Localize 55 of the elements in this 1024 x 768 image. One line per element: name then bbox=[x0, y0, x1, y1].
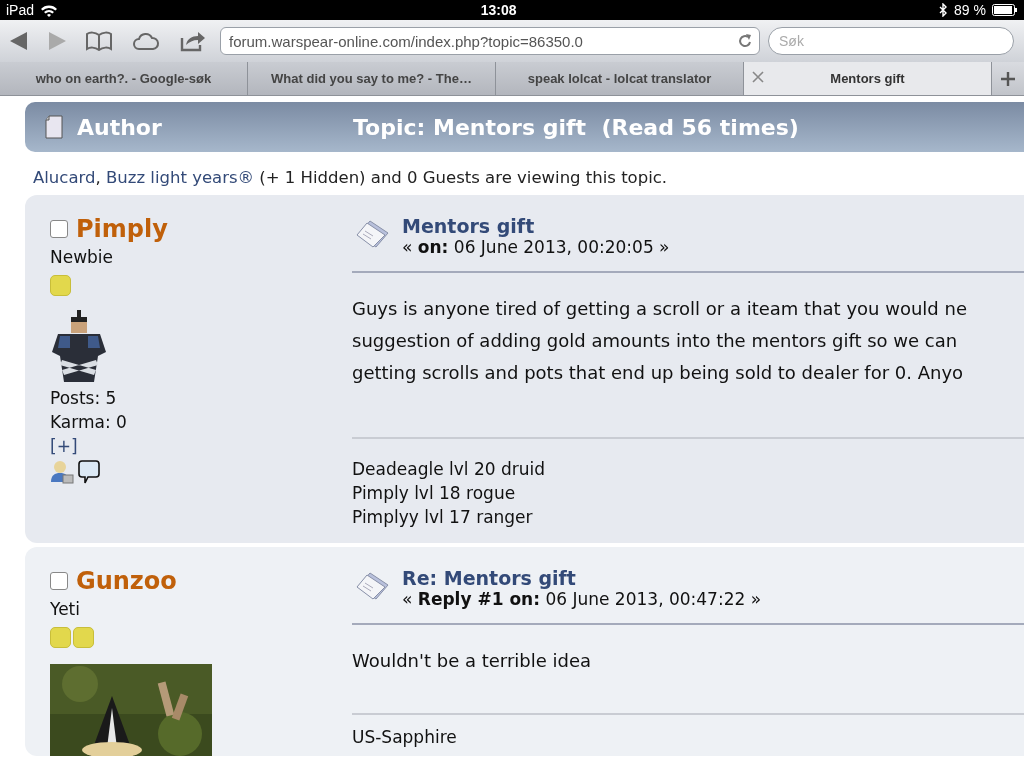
signature-line: Pimply lvl 18 rogue bbox=[352, 482, 517, 505]
post-document-icon bbox=[356, 571, 390, 601]
bookmarks-book-icon[interactable] bbox=[86, 31, 112, 51]
post-document-icon bbox=[356, 219, 390, 249]
post-text-line: suggestion of adding gold amounts into the mentors gift so we can bbox=[352, 329, 959, 353]
post-title-link[interactable]: Re: Mentors gift bbox=[402, 567, 762, 589]
wifi-icon bbox=[40, 3, 59, 17]
browser-tab[interactable]: speak lolcat - lolcat translator bbox=[496, 62, 744, 95]
signature-line: US-Sapphire bbox=[352, 726, 458, 749]
browser-tab[interactable]: What did you say to me? - The… bbox=[248, 62, 496, 95]
clock-time: 13:08 bbox=[480, 2, 517, 18]
post-date: « Reply #1 on: 06 June 2013, 00:47:22 » bbox=[402, 589, 762, 609]
signature-line: Deadeagle lvl 20 druid bbox=[352, 458, 547, 481]
share-icon[interactable] bbox=[180, 30, 206, 52]
new-tab-button[interactable] bbox=[992, 62, 1024, 95]
post-title-link[interactable]: Mentors gift bbox=[402, 215, 670, 237]
rank-pip-icon bbox=[73, 627, 94, 648]
browser-tab[interactable]: Mentors gift bbox=[744, 62, 992, 95]
author-link[interactable]: Gunzoo bbox=[76, 567, 177, 595]
post-text-line: Guys is anyone tired of getting a scroll or a iteam that you would ne bbox=[352, 297, 968, 321]
post-date: « on: 06 June 2013, 00:20:05 » bbox=[402, 237, 670, 257]
browser-tab[interactable]: who on earth?. - Google-søk bbox=[0, 62, 248, 95]
battery-icon bbox=[992, 4, 1018, 16]
device-name: iPad bbox=[6, 2, 35, 18]
profile-icon[interactable] bbox=[50, 460, 74, 484]
topic-title: Topic: Mentors gift (Read 56 times) bbox=[353, 114, 799, 140]
reload-icon[interactable] bbox=[737, 33, 753, 49]
battery-percent: 89 % bbox=[954, 2, 986, 18]
document-icon bbox=[45, 115, 63, 139]
back-icon[interactable] bbox=[10, 31, 28, 51]
author-link[interactable]: Pimply bbox=[76, 215, 168, 243]
speech-bubble-icon[interactable] bbox=[78, 460, 100, 484]
plus-icon bbox=[1001, 71, 1015, 86]
signature-line: Pimplyy lvl 17 ranger bbox=[352, 506, 534, 529]
post-count: Posts: 5 bbox=[50, 388, 118, 408]
viewers-text: Alucard, Buzz light years® (+ 1 Hidden) and 0 Guests are viewing this topic. bbox=[32, 167, 669, 189]
karma-count: Karma: 0 bbox=[50, 412, 128, 432]
member-rank: Newbie bbox=[50, 247, 115, 267]
user-link[interactable]: Alucard bbox=[33, 168, 96, 187]
address-field[interactable]: forum.warspear-online.com/index.php?topic=86350.0 bbox=[220, 27, 760, 55]
user-link[interactable]: Buzz light years® bbox=[106, 168, 255, 187]
member-rank: Yeti bbox=[50, 599, 81, 619]
cloud-icon[interactable] bbox=[132, 31, 160, 51]
character-sprite-drawing bbox=[50, 310, 108, 382]
select-checkbox[interactable] bbox=[50, 220, 68, 238]
expand-link[interactable]: [+] bbox=[50, 436, 352, 456]
search-field[interactable]: Søk bbox=[768, 27, 1014, 55]
select-checkbox[interactable] bbox=[50, 572, 68, 590]
rank-pip-icon bbox=[50, 275, 71, 296]
post-text-line: getting scrolls and pots that end up being sold to dealer for 0. Anyo bbox=[352, 361, 965, 385]
author-column-label: Author bbox=[77, 114, 163, 140]
bluetooth-icon bbox=[939, 3, 949, 17]
close-icon[interactable] bbox=[752, 71, 764, 83]
post-text-line: Wouldn't be a terrible idea bbox=[352, 649, 593, 673]
rank-pip-icon bbox=[50, 627, 71, 648]
